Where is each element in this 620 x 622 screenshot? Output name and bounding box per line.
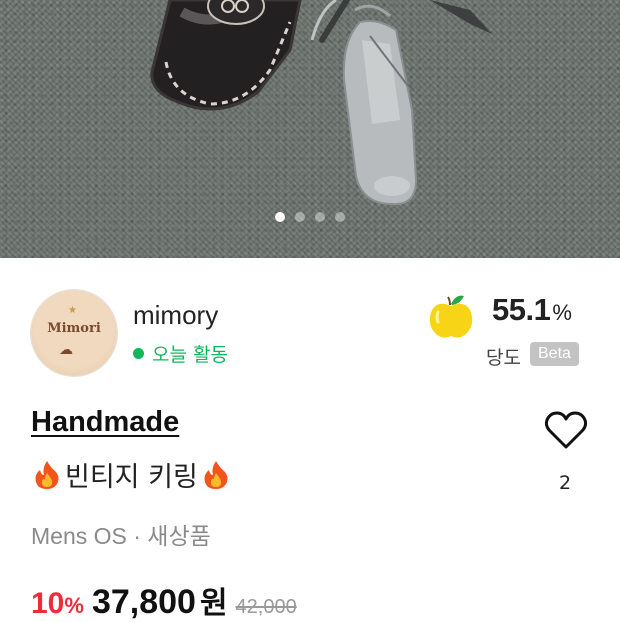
- original-price: 42,000: [235, 596, 297, 618]
- product-category-link[interactable]: Handmade: [31, 406, 179, 439]
- price-row: 10% 37,800 원 42,000: [31, 578, 297, 622]
- product-image-carousel[interactable]: [0, 0, 620, 258]
- carousel-dot[interactable]: [335, 212, 345, 222]
- carousel-dot-active[interactable]: [275, 212, 285, 222]
- cloud-icon: ☁: [59, 342, 73, 358]
- fire-icon: [35, 460, 59, 489]
- sale-price: 37,800: [91, 583, 196, 621]
- seller-activity-status: 오늘 활동: [133, 340, 228, 367]
- carousel-indicator: [0, 212, 620, 222]
- sweetness-score: 55.1%: [492, 292, 572, 327]
- seller-name[interactable]: mimory: [133, 300, 218, 331]
- product-title-text: 빈티지 키링: [65, 462, 198, 493]
- yellow-apple-icon: [429, 295, 473, 338]
- like-count: 2: [558, 472, 572, 494]
- product-brand-condition: Mens OS · 새상품: [31, 523, 211, 549]
- avatar-logo-text: Mimori: [47, 321, 101, 336]
- online-status-dot: [133, 348, 144, 359]
- fire-icon: [204, 460, 228, 489]
- carousel-dot[interactable]: [295, 212, 305, 222]
- sweetness-label: 당도: [486, 347, 521, 369]
- currency-unit: 원: [199, 586, 228, 621]
- seller-avatar[interactable]: ★ Mimori ☁: [31, 290, 117, 376]
- discount-rate: 10%: [31, 587, 84, 620]
- heart-outline-icon[interactable]: [544, 410, 588, 450]
- product-title: 빈티지 키링: [33, 455, 230, 494]
- beta-badge: Beta: [530, 342, 579, 366]
- carousel-dot[interactable]: [315, 212, 325, 222]
- activity-label: 오늘 활동: [152, 344, 228, 366]
- star-icon: ★: [68, 305, 77, 316]
